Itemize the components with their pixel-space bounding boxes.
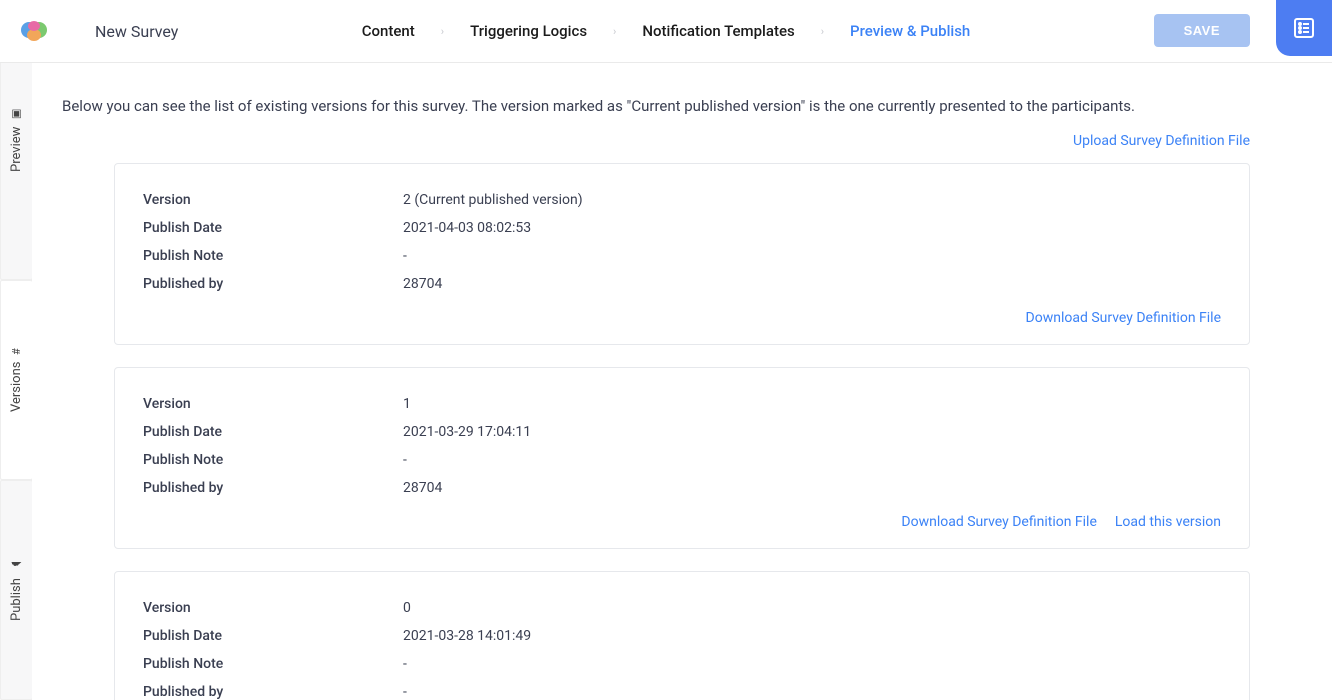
version-row: Published by28704 — [143, 474, 1221, 502]
version-row: Publish Note- — [143, 650, 1221, 678]
version-card: Version0Publish Date2021-03-28 14:01:49P… — [114, 571, 1250, 700]
row-value-publish_date: 2021-03-28 14:01:49 — [403, 628, 531, 644]
version-row: Publish Date2021-04-03 08:02:53 — [143, 214, 1221, 242]
row-label-publish_date: Publish Date — [143, 424, 403, 440]
main-content: Below you can see the list of existing v… — [32, 63, 1332, 700]
left-rail: Preview ▣ Versions # Publish ☁ — [0, 0, 32, 700]
row-label-version: Version — [143, 600, 403, 616]
rail-tab-versions[interactable]: Versions # — [0, 280, 32, 480]
app-logo[interactable] — [15, 11, 55, 51]
row-label-version: Version — [143, 192, 403, 208]
row-value-published_by: - — [403, 684, 407, 700]
row-label-publish_note: Publish Note — [143, 452, 403, 468]
nav-step-preview-publish[interactable]: Preview & Publish — [832, 16, 988, 46]
row-label-published_by: Published by — [143, 480, 403, 496]
card-actions: Download Survey Definition File Load this… — [143, 502, 1221, 530]
version-row: Publish Note- — [143, 446, 1221, 474]
row-value-published_by: 28704 — [403, 480, 442, 496]
upload-definition-link[interactable]: Upload Survey Definition File — [1073, 133, 1250, 149]
chevron-right-icon: › — [821, 25, 824, 38]
row-value-publish_note: - — [403, 452, 407, 468]
intro-text: Below you can see the list of existing v… — [62, 97, 1302, 115]
nav-step-content[interactable]: Content — [344, 16, 433, 46]
rail-tab-publish[interactable]: Publish ☁ — [0, 480, 32, 700]
upload-row: Upload Survey Definition File — [62, 133, 1302, 149]
rail-tab-preview-label: Preview — [9, 127, 24, 172]
version-row: Version0 — [143, 594, 1221, 622]
chevron-right-icon: › — [441, 25, 444, 38]
versions-icon: # — [10, 348, 23, 355]
rail-tab-versions-label: Versions — [9, 361, 24, 411]
side-panel-toggle[interactable] — [1276, 0, 1332, 56]
version-card: Version1Publish Date2021-03-29 17:04:11P… — [114, 367, 1250, 549]
row-value-version: 1 — [403, 396, 411, 412]
download-definition-link[interactable]: Download Survey Definition File — [1026, 310, 1221, 326]
publish-icon: ☁ — [10, 559, 23, 572]
row-label-publish_date: Publish Date — [143, 220, 403, 236]
nav-steps: Content › Triggering Logics › Notificati… — [344, 16, 989, 46]
version-row: Published by28704 — [143, 270, 1221, 298]
row-value-publish_date: 2021-04-03 08:02:53 — [403, 220, 531, 236]
row-label-version: Version — [143, 396, 403, 412]
version-row: Version1 — [143, 390, 1221, 418]
chevron-right-icon: › — [613, 25, 616, 38]
row-label-published_by: Published by — [143, 276, 403, 292]
card-actions: Download Survey Definition File — [143, 298, 1221, 326]
rail-tab-publish-label: Publish — [9, 578, 24, 621]
page-title: New Survey — [95, 22, 178, 41]
list-icon — [1292, 16, 1316, 40]
row-value-version: 2 (Current published version) — [403, 192, 583, 208]
topbar: New Survey Content › Triggering Logics ›… — [0, 0, 1332, 63]
version-row: Publish Date2021-03-29 17:04:11 — [143, 418, 1221, 446]
row-label-publish_date: Publish Date — [143, 628, 403, 644]
download-definition-link[interactable]: Download Survey Definition File — [901, 514, 1096, 530]
version-row: Publish Note- — [143, 242, 1221, 270]
row-value-published_by: 28704 — [403, 276, 442, 292]
row-value-version: 0 — [403, 600, 411, 616]
row-label-publish_note: Publish Note — [143, 248, 403, 264]
brain-icon — [19, 18, 51, 44]
version-row: Version2 (Current published version) — [143, 186, 1221, 214]
load-version-link[interactable]: Load this version — [1115, 514, 1221, 530]
row-label-published_by: Published by — [143, 684, 403, 700]
row-value-publish_date: 2021-03-29 17:04:11 — [403, 424, 531, 440]
row-value-publish_note: - — [403, 656, 407, 672]
version-cards: Version2 (Current published version)Publ… — [62, 163, 1302, 700]
version-row: Publish Date2021-03-28 14:01:49 — [143, 622, 1221, 650]
nav-step-notification[interactable]: Notification Templates — [624, 16, 812, 46]
row-label-publish_note: Publish Note — [143, 656, 403, 672]
nav-step-triggering[interactable]: Triggering Logics — [452, 16, 605, 46]
row-value-publish_note: - — [403, 248, 407, 264]
version-row: Published by- — [143, 678, 1221, 700]
preview-icon: ▣ — [10, 108, 23, 121]
save-button[interactable]: SAVE — [1154, 14, 1250, 47]
version-card: Version2 (Current published version)Publ… — [114, 163, 1250, 345]
